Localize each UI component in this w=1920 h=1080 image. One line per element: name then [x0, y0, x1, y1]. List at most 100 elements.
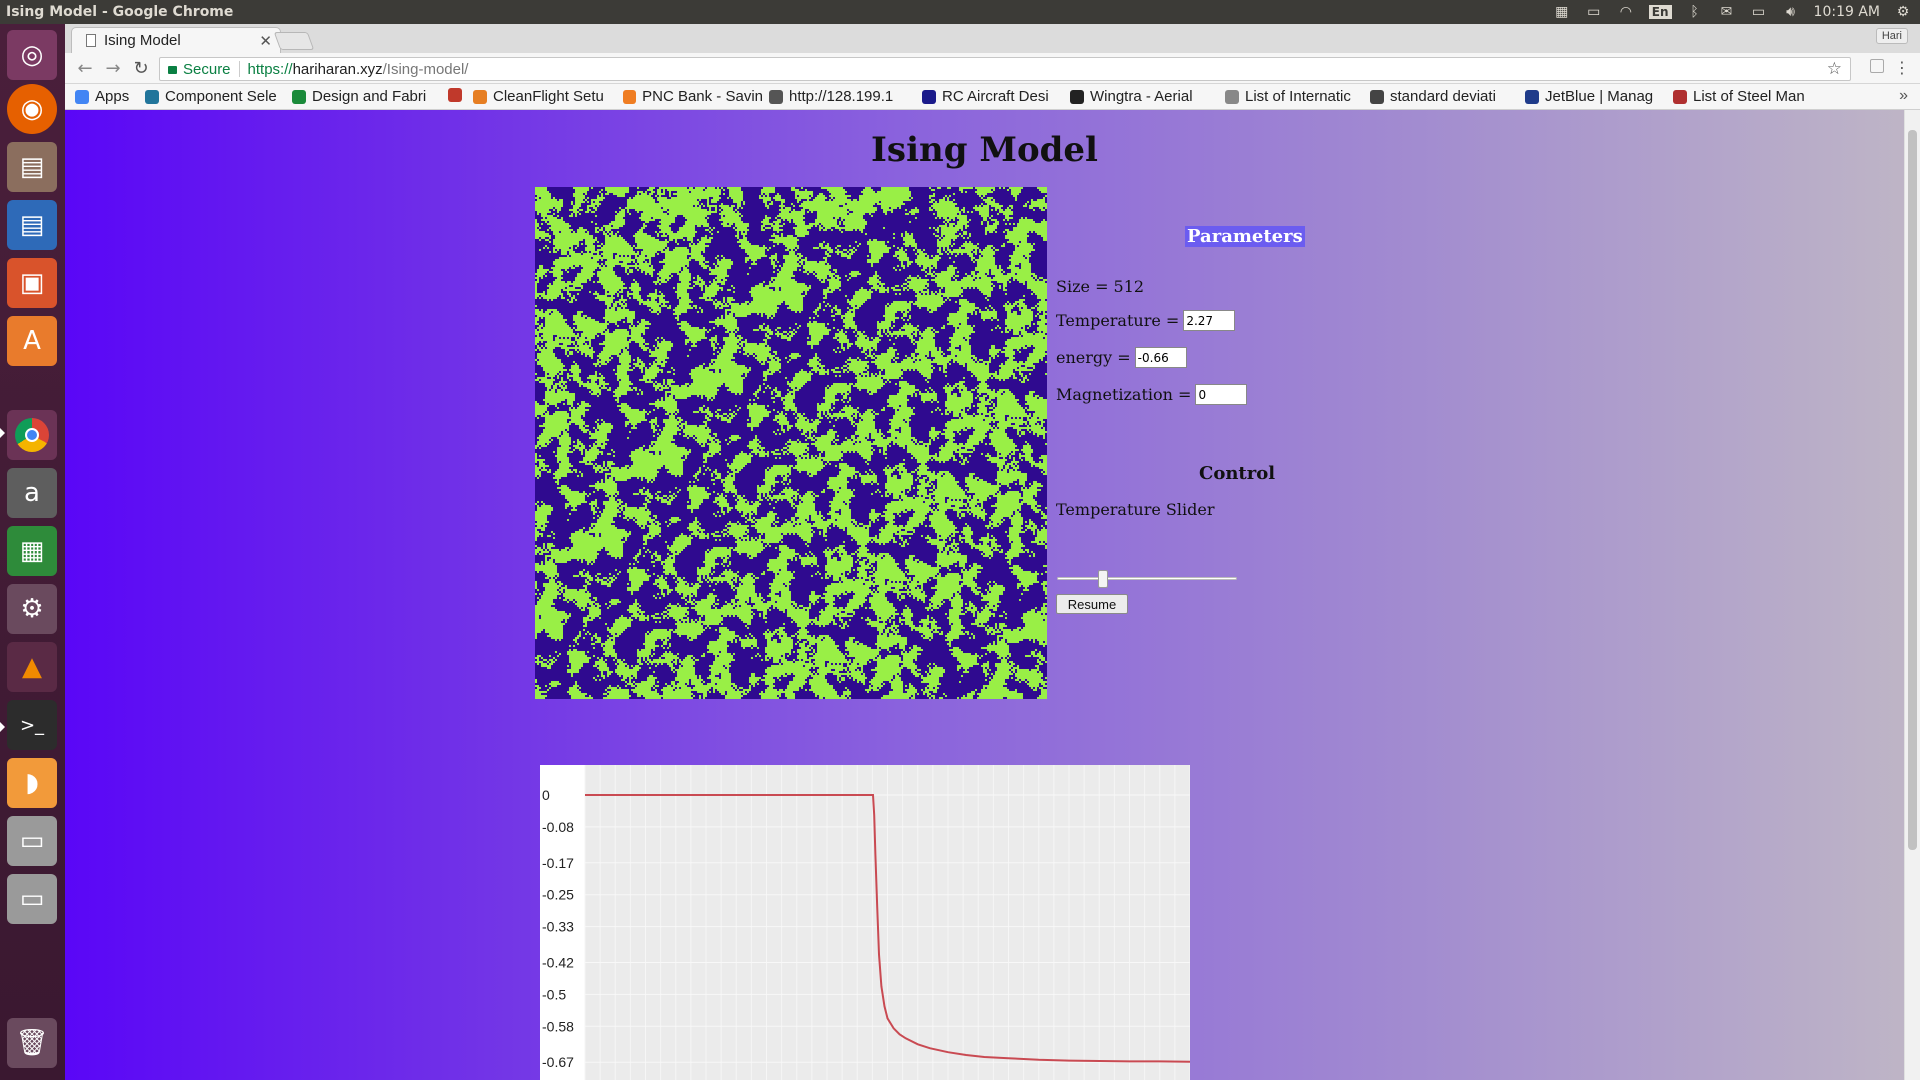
bookmark-item[interactable]: PNC Bank - Savin [623, 88, 763, 105]
bookmark-label: Component Sele [165, 88, 277, 105]
temperature-row: Temperature = [1056, 310, 1236, 331]
bookmark-star-icon[interactable]: ☆ [1827, 59, 1842, 79]
chart-icon [769, 89, 783, 104]
sl-icon [922, 89, 936, 104]
bookmark-item[interactable]: standard deviati [1370, 88, 1496, 105]
profile-button[interactable]: Hari [1875, 28, 1908, 44]
resume-button[interactable]: Resume [1056, 594, 1128, 614]
cherry-icon [448, 88, 462, 102]
files-icon[interactable]: ▤ [7, 142, 57, 192]
wifi-icon[interactable]: ◠ [1617, 5, 1635, 19]
forward-icon[interactable]: → [103, 59, 123, 79]
software-center-icon[interactable]: A [7, 316, 57, 366]
secure-indicator[interactable]: Secure [168, 61, 231, 78]
y-tick-label: -0.5 [542, 986, 566, 1002]
app-icon[interactable]: ◗ [7, 758, 57, 808]
temperature-field[interactable] [1183, 310, 1236, 331]
magnetization-row: Magnetization = [1056, 384, 1248, 405]
toolbar: ← → ↻ Secure https://hariharan.xyz/Ising… [65, 53, 1920, 84]
y-tick-label: -0.08 [542, 819, 574, 835]
impress-icon[interactable]: ▣ [7, 258, 57, 308]
firefox-icon[interactable]: ◉ [7, 84, 57, 134]
back-icon[interactable]: ← [75, 59, 95, 79]
bookmark-item[interactable]: Wingtra - Aerial [1070, 88, 1193, 105]
top-panel: Ising Model - Google Chrome ▦ ▭ ◠ En ᛒ ✉… [0, 0, 1920, 24]
bookmark-label: PNC Bank - Savin [642, 88, 763, 105]
tab-ising-model[interactable]: Ising Model ✕ [71, 27, 281, 53]
menu-icon[interactable]: ⋮ [1894, 58, 1910, 77]
ubuntu-dash-icon[interactable]: ◎ [7, 30, 57, 80]
wingtra-icon [1070, 89, 1084, 104]
page-icon [1225, 89, 1239, 104]
drive-icon[interactable]: ▭ [7, 874, 57, 924]
bookmark-label: CleanFlight Setu [493, 88, 604, 105]
m-icon [292, 89, 306, 104]
y-tick-label: -0.25 [542, 887, 574, 903]
mail-icon[interactable]: ✉ [1718, 5, 1736, 19]
battery-status-icon[interactable]: ▭ [1750, 5, 1768, 19]
volume-icon[interactable]: 🔊︎ [1782, 5, 1800, 19]
magnetization-field[interactable] [1195, 384, 1248, 405]
energy-label: energy = [1056, 348, 1131, 367]
bookmark-item[interactable]: Apps [75, 88, 129, 105]
tab-title: Ising Model [104, 32, 181, 49]
bookmark-label: Wingtra - Aerial [1090, 88, 1193, 105]
system-tray: ▦ ▭ ◠ En ᛒ ✉ ▭ 🔊︎ 10:19 AM ⚙ [1553, 0, 1912, 24]
page-viewport: Ising Model Parameters Size = 512 Temper… [65, 110, 1920, 1080]
writer-icon[interactable]: ▤ [7, 200, 57, 250]
bookmark-item[interactable]: JetBlue | Manag [1525, 88, 1653, 105]
scrollbar-thumb[interactable] [1908, 130, 1917, 850]
amazon-icon[interactable]: a [7, 468, 57, 518]
drive-icon[interactable]: ▭ [7, 816, 57, 866]
scrollbar[interactable] [1904, 110, 1920, 1080]
terminal-icon[interactable]: >_ [7, 700, 57, 750]
active-app-indicator [0, 428, 5, 438]
slider-handle[interactable] [1098, 570, 1108, 588]
bookmark-item[interactable]: List of Steel Man [1673, 88, 1805, 105]
workspace-switcher-icon[interactable]: ▦ [1553, 5, 1571, 19]
math-icon [1370, 89, 1384, 104]
wiki-icon [1673, 89, 1687, 104]
bookmark-item[interactable]: CleanFlight Setu [473, 88, 604, 105]
trash-icon[interactable]: 🗑︎ [7, 1018, 57, 1068]
tab-strip: Ising Model ✕ Hari [65, 24, 1920, 53]
settings-icon[interactable]: ⚙ [7, 584, 57, 634]
extension-icon[interactable] [1870, 59, 1884, 73]
window-title: Ising Model - Google Chrome [6, 4, 234, 20]
lock-icon [168, 66, 177, 74]
wordpress-icon [145, 89, 159, 104]
bluetooth-icon[interactable]: ᛒ [1686, 5, 1704, 19]
bookmark-label: RC Aircraft Desi [942, 88, 1049, 105]
slider-track[interactable] [1057, 577, 1237, 580]
bookmark-label: http://128.199.1 [789, 88, 894, 105]
address-bar[interactable]: Secure https://hariharan.xyz/Ising-model… [159, 57, 1851, 81]
reload-icon[interactable]: ↻ [131, 59, 151, 79]
more-bookmarks-icon[interactable]: » [1899, 87, 1908, 105]
bookmark-item[interactable] [448, 88, 462, 102]
size-text: Size = 512 [1056, 277, 1145, 296]
parameters-heading: Parameters [1185, 226, 1305, 247]
control-heading: Control [1199, 463, 1276, 484]
bookmark-item[interactable]: RC Aircraft Desi [922, 88, 1049, 105]
close-tab-icon[interactable]: ✕ [259, 32, 272, 50]
bookmark-label: List of Steel Man [1693, 88, 1805, 105]
calc-icon[interactable]: ▦ [7, 526, 57, 576]
vlc-icon[interactable]: ▲ [7, 642, 57, 692]
energy-field[interactable] [1134, 347, 1187, 368]
bookmark-item[interactable]: List of Internatic [1225, 88, 1351, 105]
keyboard-layout[interactable]: En [1648, 5, 1672, 19]
clock[interactable]: 10:19 AM [1814, 4, 1880, 20]
bookmark-item[interactable]: http://128.199.1 [769, 88, 893, 105]
chrome-icon[interactable] [7, 410, 57, 460]
bookmark-item[interactable]: Component Sele [145, 88, 277, 105]
y-tick-label: 0 [542, 787, 550, 803]
launcher: ◎ ◉ ▤ ▤ ▣ A a ▦ ⚙ ▲ >_ ◗ ▭ ▭ 🗑︎ [0, 24, 65, 1080]
bookmark-item[interactable]: Design and Fabri [292, 88, 426, 105]
new-tab-button[interactable] [273, 32, 315, 50]
energy-row: energy = [1056, 347, 1187, 368]
gear-icon[interactable]: ⚙ [1894, 5, 1912, 19]
y-tick-label: -0.58 [542, 1018, 574, 1034]
battery-icon[interactable]: ▭ [1585, 5, 1603, 19]
temperature-slider[interactable] [1057, 570, 1237, 588]
url-host: hariharan.xyz [292, 60, 383, 78]
